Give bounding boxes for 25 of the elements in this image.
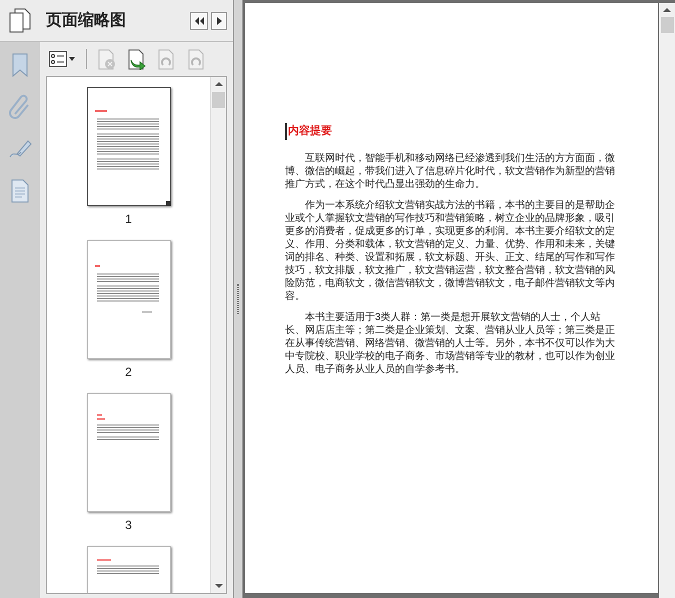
body-paragraph: 作为一本系统介绍软文营销实战方法的书籍，本书的主要目的是帮助企业或个人掌握软文营销的写作技巧和营销策略，树立企业的品牌形象，吸引更多的消费者，促成更多的订单，实现更多的利润。本书主要介绍软文的定义、作用、分类和载体，软文营销的定义、力量、优势、作用和未来，关键词的排名、种类、设置和拓展，软文标题、开头、正文、结尾的写作和写作技巧，软文排版，软文推广，软文营销运营，软文整合营销，软文营销的风险防范，电商软文，微信营销软文，微博营销软文，电子邮件营销软文等内容。 — [285, 198, 616, 302]
scroll-thumb[interactable] — [212, 92, 225, 108]
body-paragraph: 互联网时代，智能手机和移动网络已经渗透到我们生活的方方面面，微博、微信的崛起，带我们进入了信息碎片化时代，软文营销作为新型的营销推广方式，在这个时代凸显出强劲的生命力。 — [285, 152, 616, 190]
page-number: 2 — [125, 364, 132, 381]
page-thumbnail[interactable] — [86, 546, 170, 593]
page-thumbnail[interactable] — [86, 393, 170, 512]
panel-title: 页面缩略图 — [46, 10, 127, 30]
caret-icon — [69, 57, 75, 61]
splitter[interactable] — [233, 0, 243, 598]
list-options-icon — [49, 51, 67, 67]
body-paragraph: 本书主要适用于3类人群：第一类是想开展软文营销的人士，个人站长、网店店主等；第二类是企业策划、文案、营销从业人员等；第三类是正在从事传统营销、网络营销、微营销的人士等。另外，本书不仅可以作为大中专院校、职业学校的电子商务、市场营销等专业的教材，也可以作为创业人员、电子商务从业人员的自学参考书。 — [285, 310, 616, 376]
options-button[interactable] — [46, 48, 78, 70]
expand-button[interactable] — [211, 12, 227, 30]
page-thumbnail[interactable] — [86, 87, 170, 206]
page-number: 3 — [125, 517, 132, 534]
right-arrow-icon — [216, 16, 222, 24]
document-scrollbar[interactable] — [659, 3, 675, 598]
pages-panel-icon[interactable] — [8, 8, 32, 34]
collapse-button[interactable] — [190, 12, 208, 30]
scroll-thumb[interactable] — [660, 17, 674, 33]
double-left-arrow-icon — [194, 16, 204, 24]
scrollbar[interactable] — [210, 77, 226, 593]
page-thumbnail[interactable] — [86, 240, 170, 359]
page-number: 1 — [125, 211, 132, 228]
page-heading: 内容提要 — [285, 123, 618, 140]
